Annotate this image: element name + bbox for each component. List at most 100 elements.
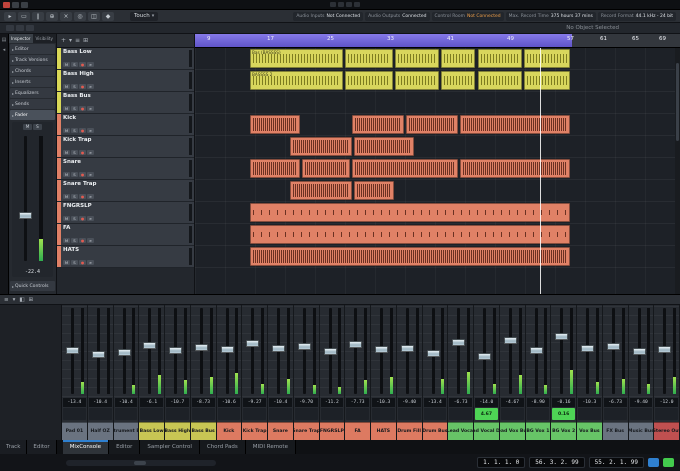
mute-button[interactable]: M: [63, 194, 70, 199]
left-zone-icon[interactable]: ◂: [1, 47, 8, 54]
audio-clip[interactable]: [250, 225, 570, 244]
solo-button[interactable]: S: [71, 150, 78, 155]
audio-clip[interactable]: [460, 159, 570, 178]
audio-clip[interactable]: [441, 71, 475, 90]
channel-name[interactable]: Snare: [268, 422, 293, 440]
solo-button[interactable]: S: [71, 194, 78, 199]
fader-handle[interactable]: [349, 340, 363, 348]
grid-icon[interactable]: ⊞: [29, 296, 34, 304]
track-header[interactable]: Kick M S ● e: [57, 114, 194, 136]
channel-name[interactable]: Drum Fill: [396, 422, 422, 440]
track-header[interactable]: Snare Trap M S ● e: [57, 180, 194, 202]
tab-midi-remote[interactable]: MIDI Remote: [245, 440, 296, 454]
time-display-1[interactable]: 1. 1. 1. 0: [477, 457, 526, 468]
fader-handle[interactable]: [66, 347, 79, 355]
channel-name[interactable]: Lead Vocal: [448, 422, 473, 440]
channel-name[interactable]: Stereo Out: [654, 422, 679, 440]
inspector-fader-handle[interactable]: [19, 211, 32, 219]
inspector-tab-visibility[interactable]: Visibility: [33, 34, 57, 43]
audio-clip[interactable]: [354, 137, 414, 156]
automation-mode-dropdown[interactable]: Touch ▾: [130, 11, 159, 21]
solo-button[interactable]: S: [71, 172, 78, 177]
track-header[interactable]: Bass High M S ● e: [57, 70, 194, 92]
fader-handle[interactable]: [375, 346, 388, 354]
record-arm-button[interactable]: ●: [79, 106, 86, 111]
audio-clip[interactable]: [478, 49, 522, 68]
fader-handle[interactable]: [272, 345, 285, 353]
fader-handle[interactable]: [117, 349, 131, 357]
mute-button[interactable]: M: [63, 128, 70, 133]
track-lane[interactable]: [195, 246, 680, 268]
track-header[interactable]: Snare M S ● e: [57, 158, 194, 180]
mute-button[interactable]: M: [63, 260, 70, 265]
audio-clip[interactable]: [250, 247, 570, 266]
inspector-section-track-versions[interactable]: ▸ Track Versions: [10, 55, 55, 65]
audio-clip[interactable]: [290, 137, 352, 156]
mute-tool[interactable]: ◫: [88, 11, 100, 21]
channel-name[interactable]: Pad 01: [62, 422, 87, 440]
track-lane[interactable]: [195, 202, 680, 224]
chevron-down-icon[interactable]: ▾: [69, 36, 72, 46]
record-arm-button[interactable]: ●: [79, 62, 86, 67]
mute-button[interactable]: M: [63, 150, 70, 155]
channel-name[interactable]: Vox Bus: [577, 422, 602, 440]
audio-clip[interactable]: [345, 49, 393, 68]
record-arm-button[interactable]: ●: [79, 128, 86, 133]
tab-chord-pads[interactable]: Chord Pads: [199, 440, 246, 454]
edit-channel-button[interactable]: e: [87, 216, 94, 221]
constrain-delay-button[interactable]: [6, 25, 14, 31]
channel-name[interactable]: BG Vox 1: [525, 422, 551, 440]
object-select-tool[interactable]: ▸: [4, 11, 16, 21]
mute-button[interactable]: M: [63, 106, 70, 111]
chevron-down-icon[interactable]: ▾: [13, 296, 16, 304]
time-display-3[interactable]: 55. 2. 1. 99: [588, 457, 644, 468]
playhead-cursor[interactable]: [540, 48, 541, 294]
channel-name[interactable]: Snare Trap: [293, 422, 319, 440]
tab-editor[interactable]: Editor: [109, 440, 141, 454]
quantize-button[interactable]: [26, 25, 34, 31]
fader-handle[interactable]: [297, 342, 311, 350]
fader-handle[interactable]: [169, 347, 182, 355]
audio-clip[interactable]: [524, 71, 570, 90]
edit-channel-button[interactable]: e: [87, 150, 94, 155]
timeline-ruler[interactable]: 9 17 25 33 41 49 57 61 65 69: [195, 34, 680, 48]
edit-channel-button[interactable]: e: [87, 194, 94, 199]
inspector-section-quick-controls[interactable]: ▸ Quick Controls: [10, 281, 55, 291]
tab-track[interactable]: Track: [0, 440, 28, 454]
media-rack-icon[interactable]: ▤: [1, 37, 8, 44]
channel-name[interactable]: FA: [345, 422, 370, 440]
track-lane[interactable]: [195, 180, 680, 202]
channel-name[interactable]: HATS: [371, 422, 396, 440]
audio-clip[interactable]: [302, 159, 350, 178]
record-arm-button[interactable]: ●: [79, 238, 86, 243]
audio-clip[interactable]: [441, 49, 475, 68]
audio-clip[interactable]: BASSSS 2: [250, 71, 343, 90]
transport-slider[interactable]: [66, 459, 216, 466]
edit-channel-button[interactable]: e: [87, 172, 94, 177]
titlebar-icon[interactable]: [330, 2, 336, 7]
record-arm-button[interactable]: ●: [79, 84, 86, 89]
audio-clip[interactable]: [290, 181, 352, 200]
track-header[interactable]: Bass Low M S ● e: [57, 48, 194, 70]
tab-editor[interactable]: Editor: [27, 440, 57, 454]
channel-name[interactable]: BG Vox 2: [551, 422, 576, 440]
menu-icon[interactable]: ≡: [4, 296, 9, 304]
channel-name[interactable]: Lead Vox Bus: [499, 422, 525, 440]
fader-handle[interactable]: [503, 337, 517, 345]
solo-button[interactable]: S: [71, 84, 78, 89]
inspector-section-equalizers[interactable]: ▸ Equalizers: [10, 88, 55, 98]
channel-name[interactable]: FNGRSLP: [319, 422, 345, 440]
channel-name[interactable]: Kick: [216, 422, 242, 440]
mute-button[interactable]: M: [63, 62, 70, 67]
channel-name[interactable]: FX Bus: [602, 422, 628, 440]
fader-handle[interactable]: [555, 332, 569, 340]
audio-clip[interactable]: [478, 71, 522, 90]
track-header[interactable]: Kick Trap M S ● e: [57, 136, 194, 158]
grid-icon[interactable]: ⊞: [83, 36, 88, 46]
record-arm-button[interactable]: ●: [79, 260, 86, 265]
audio-clip[interactable]: [524, 49, 570, 68]
range-select-tool[interactable]: ▭: [18, 11, 30, 21]
mute-button[interactable]: M: [23, 124, 32, 130]
track-lane[interactable]: [195, 114, 680, 136]
solo-button[interactable]: S: [71, 216, 78, 221]
